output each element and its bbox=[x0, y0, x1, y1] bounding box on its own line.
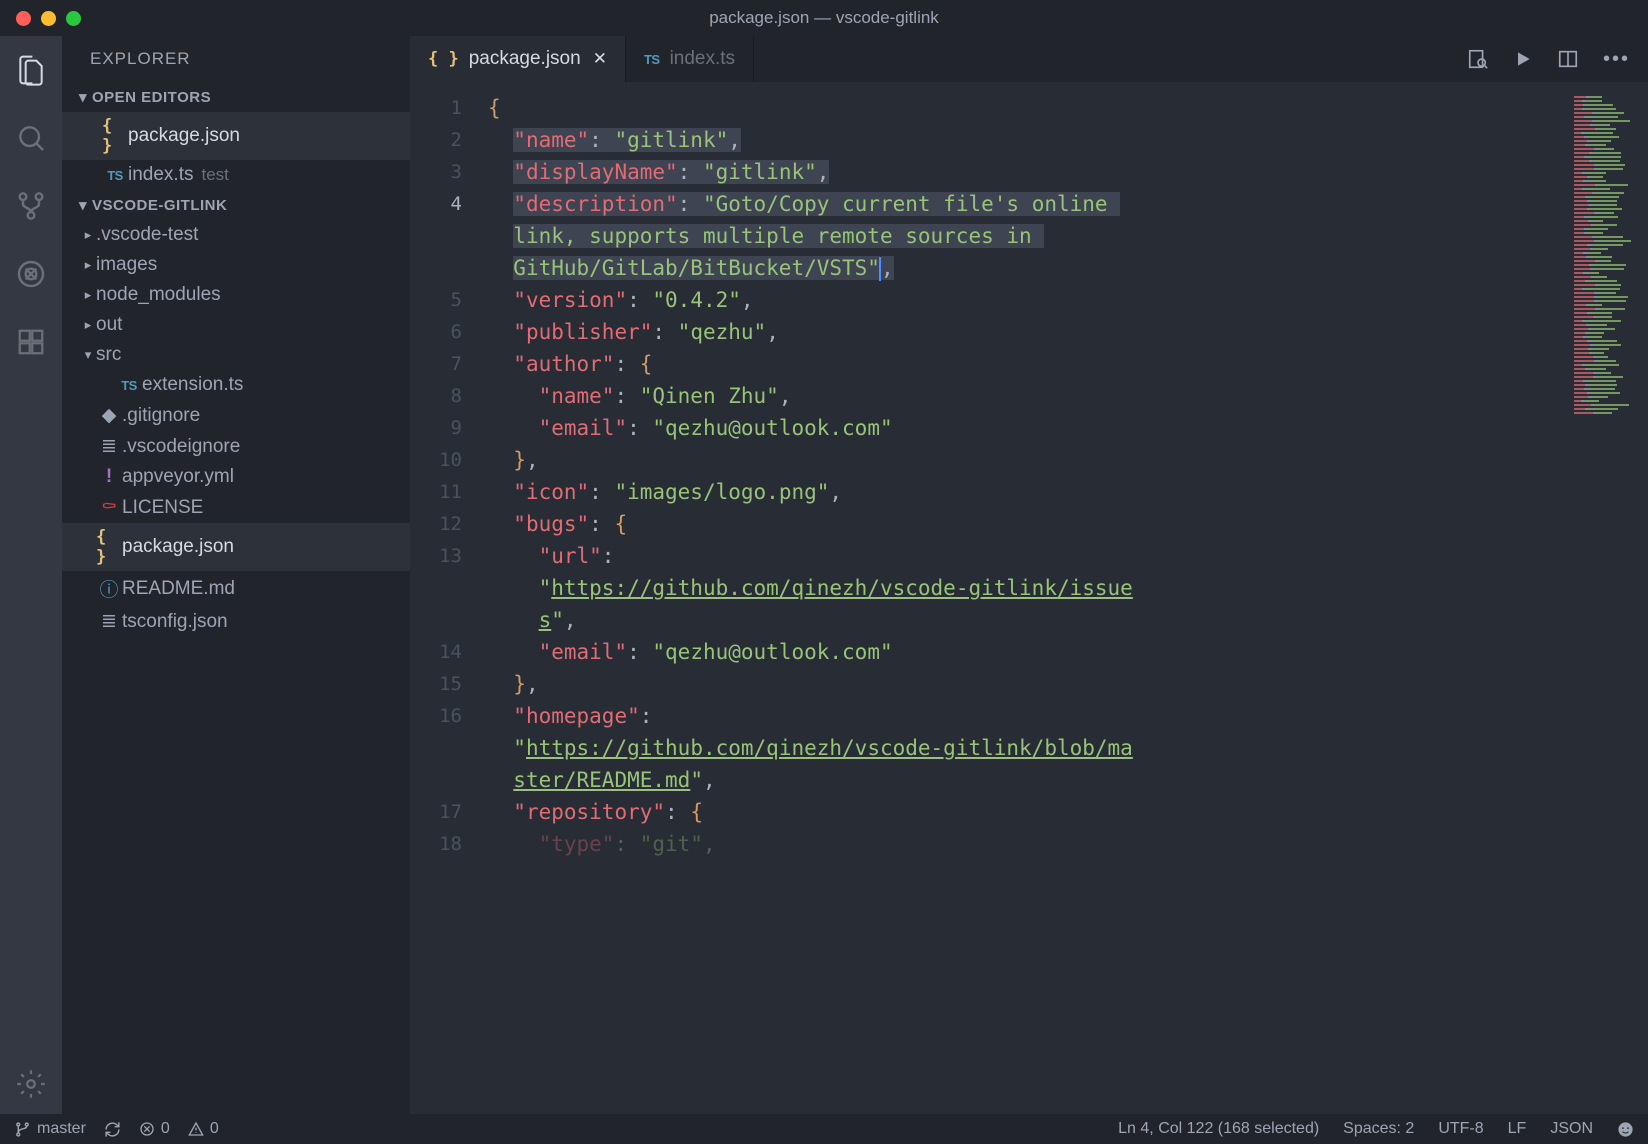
tree-item-label: package.json bbox=[122, 536, 234, 558]
chevron-right-icon: ▸ bbox=[80, 227, 96, 243]
feedback-icon[interactable] bbox=[1617, 1121, 1634, 1138]
git-branch-status[interactable]: master bbox=[14, 1120, 86, 1138]
chevron-down-icon: ▾ bbox=[74, 88, 92, 106]
window-maximize-button[interactable] bbox=[66, 11, 81, 26]
tree-item[interactable]: ! appveyor.yml bbox=[62, 462, 410, 492]
sidebar: EXPLORER ▾ OPEN EDITORS { } package.json… bbox=[62, 36, 410, 1114]
editor-tabs: { } package.json ✕ TS index.ts ••• bbox=[410, 36, 1648, 82]
file-icon: { } bbox=[102, 116, 128, 156]
file-icon: { } bbox=[428, 48, 459, 70]
explorer-icon[interactable] bbox=[13, 52, 49, 88]
chevron-right-icon: ▸ bbox=[80, 317, 96, 333]
tree-item[interactable]: ▸ node_modules bbox=[62, 280, 410, 310]
tree-item[interactable]: ≣ .vscodeignore bbox=[62, 431, 410, 462]
tree-item[interactable]: ⓘ README.md bbox=[62, 571, 410, 606]
chevron-down-icon: ▾ bbox=[74, 196, 92, 214]
eol-status[interactable]: LF bbox=[1508, 1120, 1527, 1138]
tree-item[interactable]: { } package.json bbox=[62, 523, 410, 571]
errors-status[interactable]: 0 bbox=[139, 1120, 170, 1138]
tree-item-label: README.md bbox=[122, 578, 235, 600]
tree-item[interactable]: ▸ out bbox=[62, 310, 410, 340]
tab-label: package.json bbox=[469, 48, 581, 70]
tree-item[interactable]: ▸ images bbox=[62, 250, 410, 280]
file-icon: ≣ bbox=[96, 610, 122, 633]
warnings-status[interactable]: 0 bbox=[188, 1120, 219, 1138]
settings-gear-icon[interactable] bbox=[13, 1066, 49, 1102]
file-label: package.json bbox=[128, 125, 240, 147]
file-icon: ≣ bbox=[96, 435, 122, 458]
file-icon: TS bbox=[644, 48, 660, 70]
tree-item[interactable]: ▸ .vscode-test bbox=[62, 220, 410, 250]
tree-item-label: src bbox=[96, 344, 121, 366]
more-actions-icon[interactable]: ••• bbox=[1603, 48, 1630, 71]
file-icon: ◆ bbox=[96, 404, 122, 427]
window-minimize-button[interactable] bbox=[41, 11, 56, 26]
code-editor[interactable]: { "name": "gitlink", "displayName": "git… bbox=[488, 82, 1648, 1114]
activity-bar bbox=[0, 36, 62, 1114]
tree-item-label: node_modules bbox=[96, 284, 221, 306]
open-editors-header[interactable]: ▾ OPEN EDITORS bbox=[62, 82, 410, 112]
file-icon: ⓘ bbox=[96, 575, 122, 602]
open-editor-item[interactable]: { } package.json bbox=[62, 112, 410, 160]
close-icon[interactable]: ✕ bbox=[593, 49, 607, 69]
tree-item-label: LICENSE bbox=[122, 497, 203, 519]
debug-icon[interactable] bbox=[13, 256, 49, 292]
tree-item[interactable]: ◆ .gitignore bbox=[62, 400, 410, 431]
tree-item-label: out bbox=[96, 314, 122, 336]
tree-item-label: extension.ts bbox=[142, 374, 243, 396]
find-in-file-icon[interactable] bbox=[1467, 48, 1489, 70]
window-close-button[interactable] bbox=[16, 11, 31, 26]
chevron-down-icon: ▾ bbox=[80, 347, 96, 363]
file-icon: ! bbox=[96, 466, 122, 488]
minimap[interactable] bbox=[1570, 82, 1648, 482]
window-title: package.json — vscode-gitlink bbox=[709, 8, 939, 28]
tree-item-label: images bbox=[96, 254, 157, 276]
extensions-icon[interactable] bbox=[13, 324, 49, 360]
file-icon: ⚰ bbox=[96, 496, 122, 519]
file-icon: TS bbox=[116, 378, 142, 393]
sidebar-title: EXPLORER bbox=[62, 36, 410, 82]
tree-item[interactable]: ▾ src bbox=[62, 340, 410, 370]
editor-tab[interactable]: { } package.json ✕ bbox=[410, 36, 626, 82]
language-status[interactable]: JSON bbox=[1550, 1120, 1593, 1138]
tree-item-label: .vscodeignore bbox=[122, 436, 240, 458]
tree-item[interactable]: ≣ tsconfig.json bbox=[62, 606, 410, 637]
tree-item[interactable]: ⚰ LICENSE bbox=[62, 492, 410, 523]
chevron-right-icon: ▸ bbox=[80, 287, 96, 303]
run-icon[interactable] bbox=[1513, 49, 1533, 69]
sync-status[interactable] bbox=[104, 1121, 121, 1138]
encoding-status[interactable]: UTF-8 bbox=[1438, 1120, 1483, 1138]
tab-label: index.ts bbox=[670, 48, 735, 70]
tree-item-label: tsconfig.json bbox=[122, 611, 228, 633]
tree-item-label: .vscode-test bbox=[96, 224, 198, 246]
tree-item[interactable]: TS extension.ts bbox=[62, 370, 410, 400]
editor-tab[interactable]: TS index.ts bbox=[626, 36, 754, 82]
file-icon: { } bbox=[96, 527, 122, 567]
editor-area: { } package.json ✕ TS index.ts ••• bbox=[410, 36, 1648, 1114]
workspace-header[interactable]: ▾ VSCODE-GITLINK bbox=[62, 190, 410, 220]
line-gutter: 123456789101112131415161718 bbox=[410, 82, 488, 1114]
tree-item-label: appveyor.yml bbox=[122, 466, 234, 488]
file-label: index.ts bbox=[128, 164, 193, 186]
titlebar: package.json — vscode-gitlink bbox=[0, 0, 1648, 36]
cursor-position-status[interactable]: Ln 4, Col 122 (168 selected) bbox=[1118, 1120, 1319, 1138]
open-editor-item[interactable]: TS index.tstest bbox=[62, 160, 410, 190]
file-icon: TS bbox=[102, 168, 128, 183]
split-editor-icon[interactable] bbox=[1557, 48, 1579, 70]
search-icon[interactable] bbox=[13, 120, 49, 156]
chevron-right-icon: ▸ bbox=[80, 257, 96, 273]
statusbar: master 0 0 Ln 4, Col 122 (168 selected) … bbox=[0, 1114, 1648, 1144]
tree-item-label: .gitignore bbox=[122, 405, 200, 427]
scm-icon[interactable] bbox=[13, 188, 49, 224]
indent-status[interactable]: Spaces: 2 bbox=[1343, 1120, 1414, 1138]
